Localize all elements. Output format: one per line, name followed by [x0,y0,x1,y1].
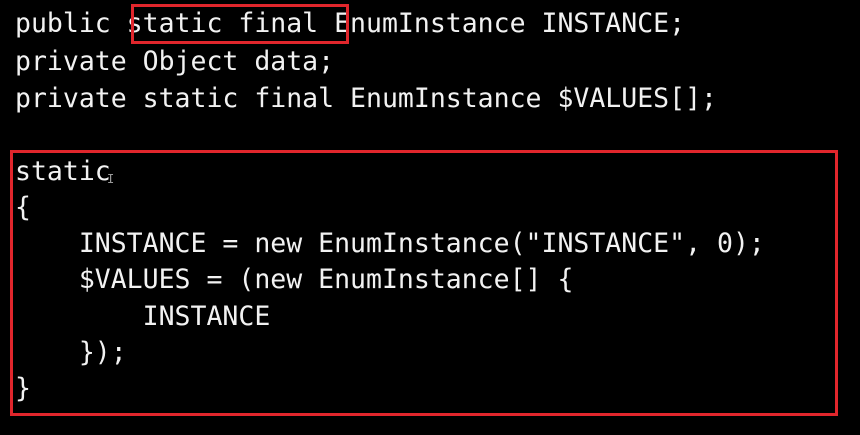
code-line: }); [15,337,127,368]
code-line: public static final EnumInstance INSTANC… [15,8,686,39]
code-line: $VALUES = (new EnumInstance[] { [15,264,574,295]
code-line: { [15,192,31,223]
code-line: private Object data; [15,46,335,77]
code-line: static [15,156,111,187]
code-line: } [15,373,31,404]
code-line: private static final EnumInstance $VALUE… [15,83,717,114]
code-line: INSTANCE [15,301,271,332]
text-cursor-icon: I [107,172,115,186]
code-screen: public static final EnumInstance INSTANC… [0,0,860,435]
code-line: INSTANCE = new EnumInstance("INSTANCE", … [15,228,765,259]
